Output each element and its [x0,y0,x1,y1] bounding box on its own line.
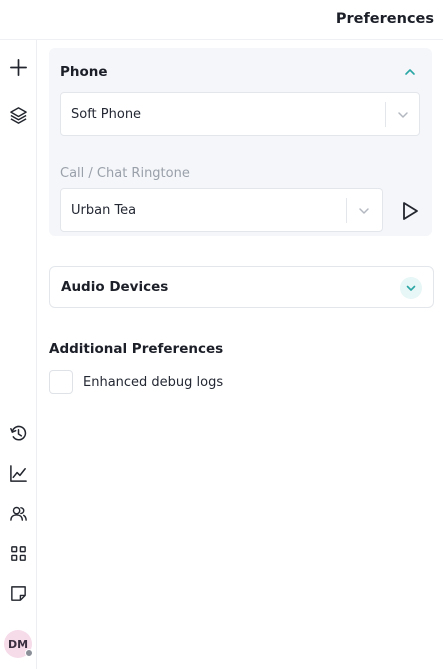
phone-mode-value: Soft Phone [71,107,142,122]
contacts-icon [9,506,27,521]
apps-grid-icon [10,545,26,561]
ringtone-label: Call / Chat Ringtone [60,166,190,181]
layers-icon [9,106,27,124]
play-ringtone-button[interactable] [398,199,422,223]
chevron-down-icon [406,285,416,291]
analytics-icon [9,464,27,482]
audio-devices-title: Audio Devices [61,279,169,295]
analytics-button[interactable] [5,460,31,486]
chevron-down-icon [356,203,372,219]
left-nav-rail: DM [0,40,37,669]
phone-collapse-button[interactable] [402,64,418,80]
phone-section: Phone Soft Phone Call / Chat Ringtone Ur… [49,48,432,236]
apps-button[interactable] [5,540,31,566]
select-divider [346,198,347,223]
enhanced-debug-logs-label[interactable]: Enhanced debug logs [83,375,223,390]
notes-button[interactable] [5,580,31,606]
page-title: Preferences [335,11,434,27]
phone-section-title: Phone [60,64,108,80]
chevron-up-icon [405,69,415,75]
avatar-initials: DM [7,637,29,651]
app-window: Preferences DM Phone Soft Phone Call / C… [0,0,443,669]
history-icon [9,425,26,441]
select-divider [385,102,386,127]
phone-mode-select[interactable]: Soft Phone [60,92,420,136]
new-item-button[interactable] [5,54,31,80]
preferences-panel: Phone Soft Phone Call / Chat Ringtone Ur… [37,40,443,669]
layers-button[interactable] [5,102,31,128]
history-button[interactable] [5,420,31,446]
contacts-button[interactable] [5,500,31,526]
ringtone-select[interactable]: Urban Tea [60,188,383,232]
chevron-down-icon [395,107,411,123]
additional-preferences-title: Additional Preferences [49,341,224,357]
presence-status-dot [25,649,33,657]
enhanced-debug-logs-checkbox[interactable] [49,370,73,394]
notes-icon [10,585,26,601]
play-icon [403,202,418,220]
ringtone-value: Urban Tea [71,203,137,218]
top-bar: Preferences [0,0,443,40]
plus-icon [9,58,27,76]
audio-devices-section[interactable]: Audio Devices [49,266,434,308]
audio-devices-expand-button[interactable] [400,277,422,299]
user-avatar[interactable]: DM [4,630,33,658]
